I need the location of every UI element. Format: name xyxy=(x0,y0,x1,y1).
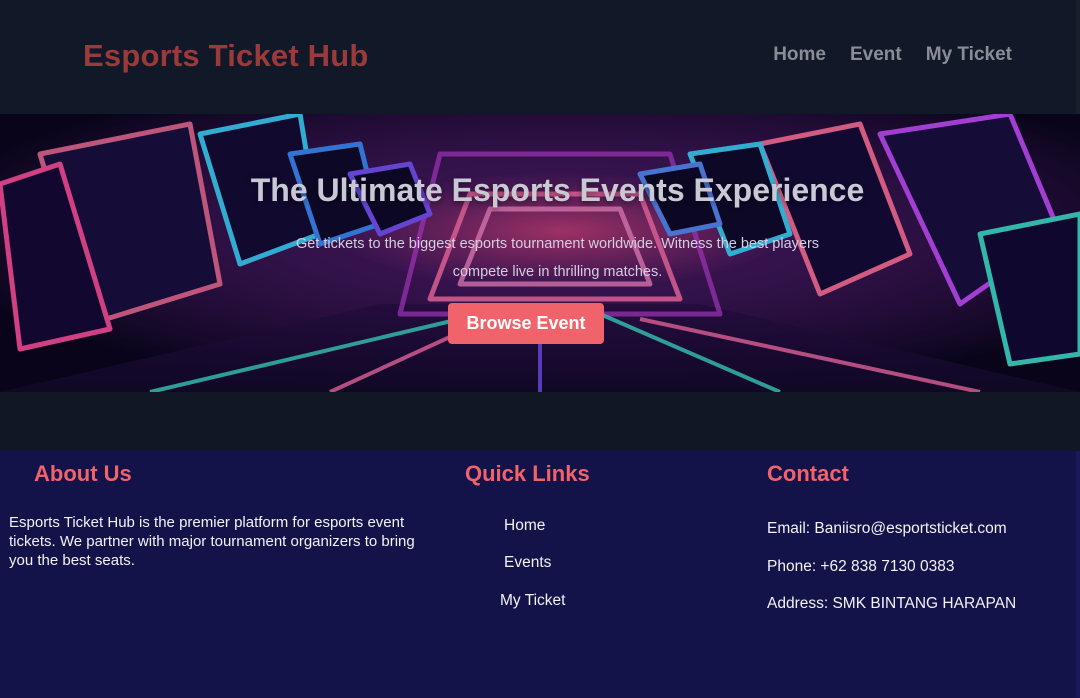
footer-link-events[interactable]: Events xyxy=(504,554,551,572)
site-footer: About Us Esports Ticket Hub is the premi… xyxy=(0,451,1080,698)
footer-link-my-ticket[interactable]: My Ticket xyxy=(500,592,565,610)
main-nav: Home Event My Ticket xyxy=(773,44,1012,66)
scrollbar-edge xyxy=(1076,0,1080,114)
about-us-text: Esports Ticket Hub is the premier platfo… xyxy=(9,514,415,569)
scrollbar-edge xyxy=(1076,451,1080,698)
site-header: Esports Ticket Hub Home Event My Ticket xyxy=(0,0,1080,114)
nav-event-link[interactable]: Event xyxy=(850,44,902,66)
contact-address: Address: SMK BINTANG HARAPAN xyxy=(767,595,1017,612)
contact-heading: Contact xyxy=(767,461,849,486)
contact-phone: Phone: +62 838 7130 0383 xyxy=(767,558,955,575)
quick-links-heading: Quick Links xyxy=(465,461,590,486)
hero-banner: The Ultimate Esports Events Experience G… xyxy=(0,114,1080,392)
brand-logo-text[interactable]: Esports Ticket Hub xyxy=(83,38,369,74)
hero-title: The Ultimate Esports Events Experience xyxy=(250,172,865,208)
section-spacer xyxy=(0,392,1080,451)
nav-home-link[interactable]: Home xyxy=(773,44,826,66)
hero-subtitle: Get tickets to the biggest esports tourn… xyxy=(295,236,820,280)
nav-my-ticket-link[interactable]: My Ticket xyxy=(926,44,1012,66)
footer-link-home[interactable]: Home xyxy=(504,517,545,535)
browse-event-button[interactable]: Browse Event xyxy=(448,303,604,344)
about-us-heading: About Us xyxy=(34,461,132,486)
contact-email: Email: Baniisro@esportsticket.com xyxy=(767,520,1007,537)
